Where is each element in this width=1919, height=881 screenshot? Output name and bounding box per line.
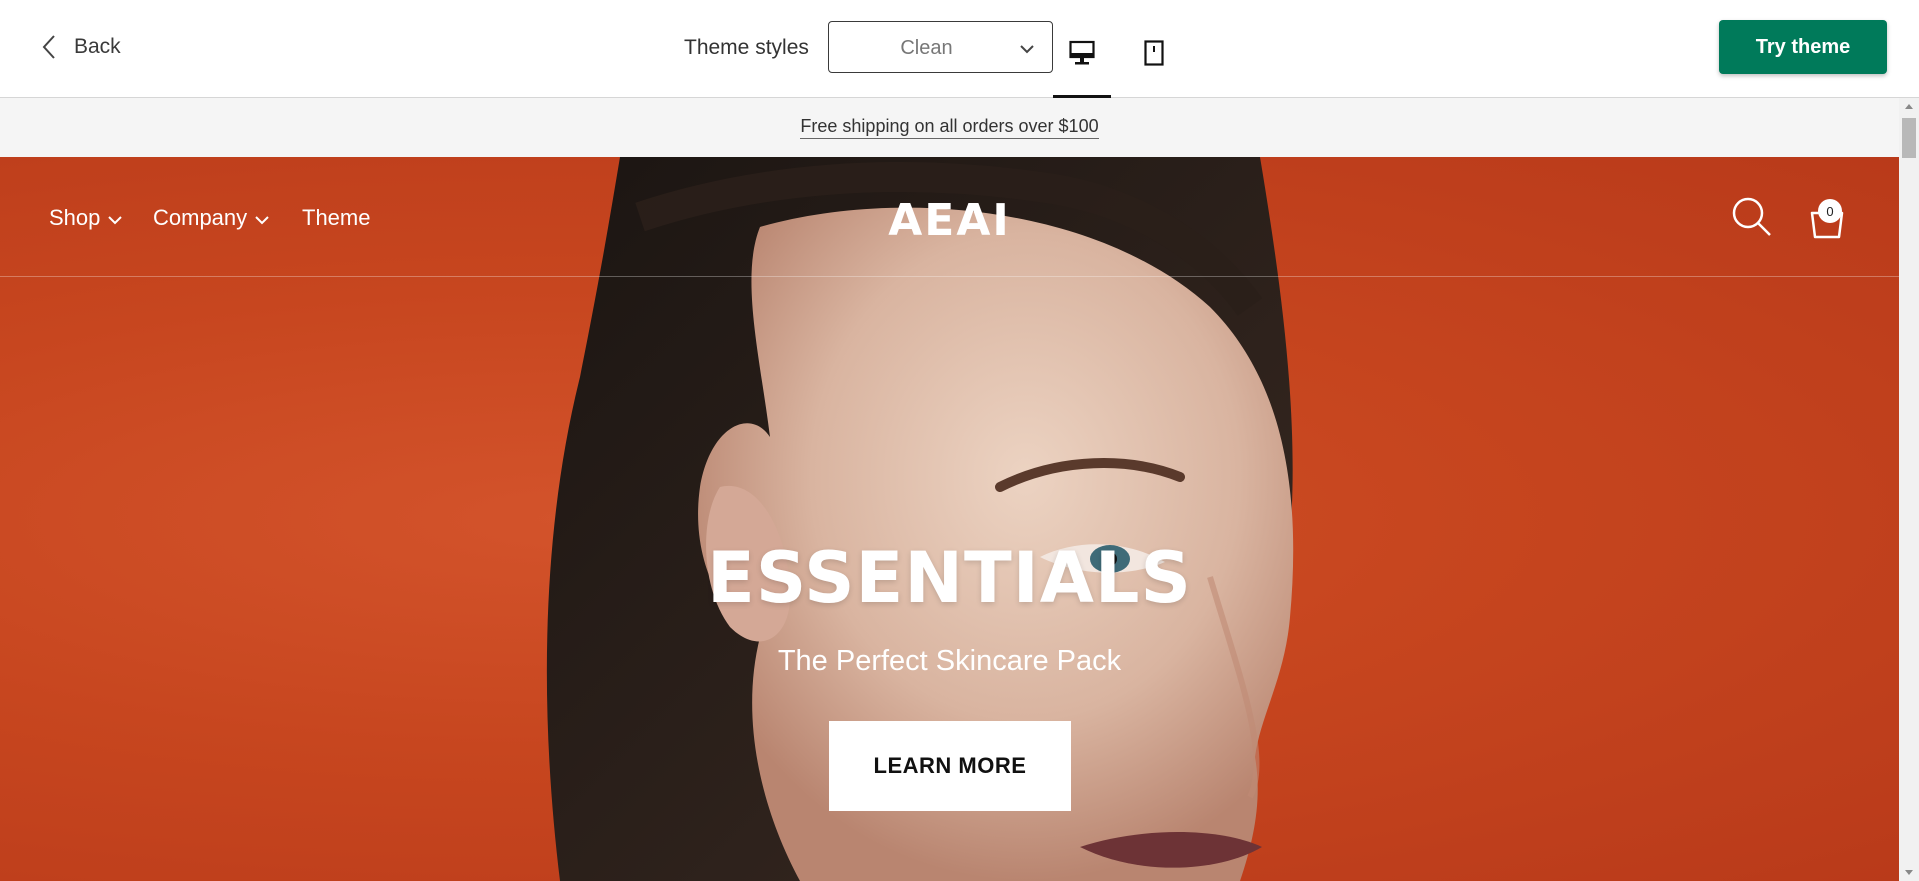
cart-count-badge: 0: [1818, 199, 1842, 223]
theme-style-value: Clean: [900, 37, 953, 59]
announcement-bar: Free shipping on all orders over $100: [0, 98, 1899, 157]
learn-more-button[interactable]: LEARN MORE: [829, 721, 1071, 811]
scroll-down-arrow-icon[interactable]: [1905, 870, 1913, 875]
back-label: Back: [74, 35, 121, 58]
announcement-link[interactable]: Free shipping on all orders over $100: [800, 116, 1099, 139]
theme-style-select[interactable]: Clean: [828, 21, 1053, 73]
tablet-icon: [1144, 40, 1164, 71]
store-logo-text[interactable]: AEAI: [888, 195, 1011, 246]
scroll-up-arrow-icon[interactable]: [1905, 104, 1913, 109]
chevron-down-icon: [1020, 41, 1034, 59]
hero-title: ESSENTIALS: [707, 537, 1192, 619]
back-button[interactable]: Back: [42, 34, 121, 60]
search-icon: [1732, 197, 1772, 241]
scrollbar-thumb[interactable]: [1902, 118, 1916, 158]
preview-scrollbar[interactable]: [1899, 98, 1919, 881]
store-header: Shop Company Theme AEAI 0: [0, 157, 1899, 277]
theme-styles-label: Theme styles: [684, 36, 809, 59]
store-preview: Free shipping on all orders over $100 Sh…: [0, 98, 1899, 881]
store-logo: AEAI: [0, 195, 1899, 246]
hero-subtitle: The Perfect Skincare Pack: [777, 645, 1122, 677]
desktop-icon: [1069, 40, 1095, 71]
try-theme-button[interactable]: Try theme: [1719, 20, 1887, 74]
search-button[interactable]: [1732, 197, 1772, 242]
desktop-view-button[interactable]: [1053, 34, 1111, 98]
shopping-bag-icon: [1808, 204, 1846, 243]
chevron-left-icon: [42, 34, 56, 60]
tablet-view-button[interactable]: [1125, 34, 1183, 96]
theme-preview-toolbar: Back Theme styles Clean Try theme: [0, 0, 1919, 98]
hero-banner: Shop Company Theme AEAI 0 ESSENTIALS The…: [0, 157, 1899, 881]
